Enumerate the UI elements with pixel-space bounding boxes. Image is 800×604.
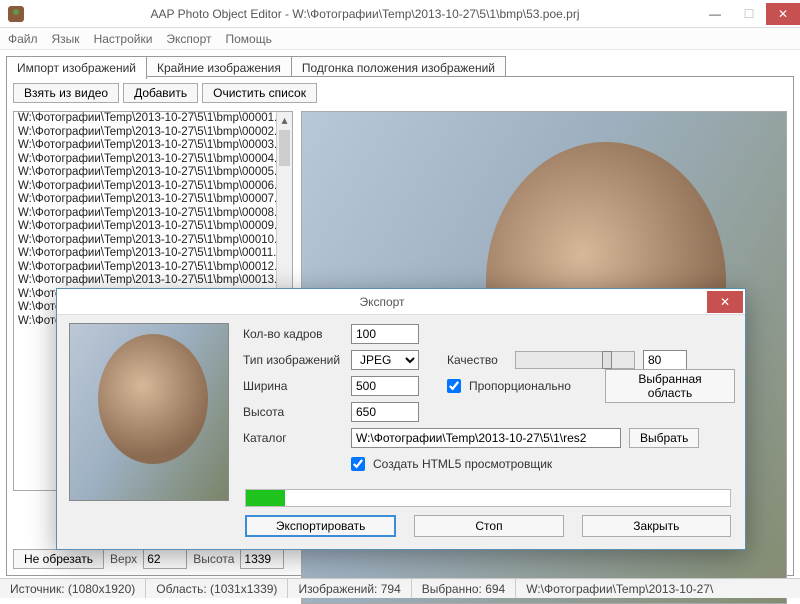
import-toolbar: Взять из видео Добавить Очистить список: [7, 77, 793, 109]
list-item[interactable]: W:\Фотографии\Temp\2013-10-27\5\1\bmp\00…: [14, 139, 292, 153]
crop-controls: Не обрезать Верх Высота: [13, 549, 284, 569]
list-item[interactable]: W:\Фотографии\Temp\2013-10-27\5\1\bmp\00…: [14, 166, 292, 180]
maximize-button[interactable]: ☐: [732, 3, 766, 25]
progress-fill: [246, 490, 285, 506]
menu-help[interactable]: Помощь: [226, 32, 272, 46]
height-input-export[interactable]: [351, 402, 419, 422]
height-label-export: Высота: [243, 405, 343, 419]
app-icon: [8, 6, 24, 22]
close-dialog-button[interactable]: Закрыть: [582, 515, 731, 537]
list-item[interactable]: W:\Фотографии\Temp\2013-10-27\5\1\bmp\00…: [14, 153, 292, 167]
quality-slider[interactable]: [515, 351, 635, 369]
catalog-label: Каталог: [243, 431, 343, 445]
close-button[interactable]: ✕: [766, 3, 800, 25]
list-item[interactable]: W:\Фотографии\Temp\2013-10-27\5\1\bmp\00…: [14, 207, 292, 221]
clear-list-button[interactable]: Очистить список: [202, 83, 317, 103]
width-input[interactable]: [351, 376, 419, 396]
dialog-close-button[interactable]: ✕: [707, 291, 743, 313]
frames-label: Кол-во кадров: [243, 327, 343, 341]
list-item[interactable]: W:\Фотографии\Temp\2013-10-27\5\1\bmp\00…: [14, 261, 292, 275]
list-item[interactable]: W:\Фотографии\Temp\2013-10-27\5\1\bmp\00…: [14, 247, 292, 261]
list-item[interactable]: W:\Фотографии\Temp\2013-10-27\5\1\bmp\00…: [14, 274, 292, 288]
take-from-video-button[interactable]: Взять из видео: [13, 83, 119, 103]
html5-checkbox[interactable]: [351, 457, 365, 471]
scroll-up-icon[interactable]: ▴: [277, 112, 292, 128]
list-item[interactable]: W:\Фотографии\Temp\2013-10-27\5\1\bmp\00…: [14, 193, 292, 207]
export-button[interactable]: Экспортировать: [245, 515, 396, 537]
height-label: Высота: [193, 552, 234, 566]
catalog-input[interactable]: [351, 428, 621, 448]
status-images: Изображений: 794: [288, 579, 411, 598]
menu-export[interactable]: Экспорт: [166, 32, 211, 46]
menu-lang[interactable]: Язык: [52, 32, 80, 46]
export-progress: [245, 489, 731, 507]
export-dialog: Экспорт ✕ Кол-во кадров Тип изображений …: [56, 288, 746, 550]
add-button[interactable]: Добавить: [123, 83, 198, 103]
window-title: AAP Photo Object Editor - W:\Фотографии\…: [32, 7, 698, 21]
slider-handle[interactable]: [602, 351, 612, 369]
minimize-button[interactable]: —: [698, 3, 732, 25]
region-button[interactable]: Выбранная область: [605, 369, 735, 403]
quality-input[interactable]: [643, 350, 687, 370]
choose-button[interactable]: Выбрать: [629, 428, 699, 448]
top-label: Верх: [110, 552, 137, 566]
frames-input[interactable]: [351, 324, 419, 344]
type-select[interactable]: JPEG: [351, 350, 419, 370]
export-thumbnail: [69, 323, 229, 501]
no-crop-button[interactable]: Не обрезать: [13, 549, 104, 569]
quality-label: Качество: [447, 353, 507, 367]
proportional-label: Пропорционально: [469, 379, 571, 393]
status-source: Источник: (1080x1920): [0, 579, 146, 598]
list-item[interactable]: W:\Фотографии\Temp\2013-10-27\5\1\bmp\00…: [14, 234, 292, 248]
menu-settings[interactable]: Настройки: [94, 32, 153, 46]
menubar: Файл Язык Настройки Экспорт Помощь: [0, 28, 800, 50]
proportional-checkbox[interactable]: [447, 379, 461, 393]
titlebar: AAP Photo Object Editor - W:\Фотографии\…: [0, 0, 800, 28]
stop-button[interactable]: Стоп: [414, 515, 563, 537]
list-item[interactable]: W:\Фотографии\Temp\2013-10-27\5\1\bmp\00…: [14, 220, 292, 234]
tab-import[interactable]: Импорт изображений: [6, 56, 147, 79]
width-label: Ширина: [243, 379, 343, 393]
top-input[interactable]: [143, 549, 187, 569]
list-item[interactable]: W:\Фотографии\Temp\2013-10-27\5\1\bmp\00…: [14, 126, 292, 140]
scrollbar-thumb[interactable]: [279, 130, 290, 166]
dialog-title: Экспорт: [57, 295, 707, 309]
status-region: Область: (1031x1339): [146, 579, 288, 598]
menu-file[interactable]: Файл: [8, 32, 38, 46]
type-label: Тип изображений: [243, 353, 343, 367]
list-item[interactable]: W:\Фотографии\Temp\2013-10-27\5\1\bmp\00…: [14, 112, 292, 126]
status-selected: Выбранно: 694: [412, 579, 516, 598]
html5-label: Создать HTML5 просмотровщик: [373, 457, 552, 471]
statusbar: Источник: (1080x1920) Область: (1031x133…: [0, 578, 800, 598]
status-path: W:\Фотографии\Temp\2013-10-27\: [516, 579, 800, 598]
height-input[interactable]: [240, 549, 284, 569]
list-item[interactable]: W:\Фотографии\Temp\2013-10-27\5\1\bmp\00…: [14, 180, 292, 194]
